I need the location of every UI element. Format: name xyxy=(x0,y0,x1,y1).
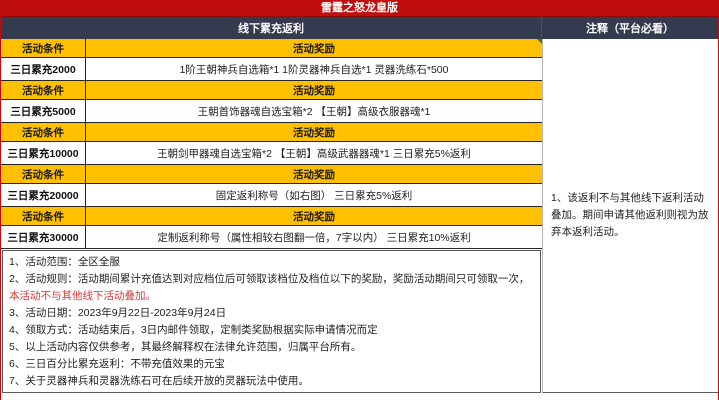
rules-box: 1、活动范围：全区全服 2、活动规则：活动期间累计充值达到对应档位后可领取该档位… xyxy=(2,250,541,393)
tier-header-row: 活动条件 活动奖励 xyxy=(1,207,542,226)
rule-item-1: 1、活动范围：全区全服 xyxy=(9,254,534,271)
condition-header-cell: 活动条件 xyxy=(1,81,86,99)
tier-data-row: 三日累充5000 王朝首饰器魂自选宝箱*2 【王朝】高级衣服器魂*1 xyxy=(1,100,542,123)
promo-sheet: 雷霆之怒龙皇版 线下累充返利 注释（平台必看） 活动条件 活动奖励 三日累充20… xyxy=(0,0,719,400)
tier-header-row: 活动条件 活动奖励 xyxy=(1,123,542,142)
condition-cell: 三日累充5000 xyxy=(1,100,86,122)
condition-cell: 三日累充30000 xyxy=(1,226,86,248)
condition-header-cell: 活动条件 xyxy=(1,39,86,57)
condition-cell: 三日累充20000 xyxy=(1,184,86,206)
cell-comment-marker-icon xyxy=(537,39,542,44)
condition-header-cell: 活动条件 xyxy=(1,123,86,141)
main-area: 活动条件 活动奖励 三日累充2000 1阶王朝神兵自选箱*1 1阶灵器神兵自选*… xyxy=(1,39,718,393)
section-header-row: 线下累充返利 注释（平台必看） xyxy=(1,17,718,39)
tier-data-row: 三日累充20000 固定返利称号（如右图） 三日累充5%返利 xyxy=(1,184,542,207)
tier-header-row: 活动条件 活动奖励 xyxy=(1,81,542,100)
rebate-table: 活动条件 活动奖励 三日累充2000 1阶王朝神兵自选箱*1 1阶灵器神兵自选*… xyxy=(1,39,542,393)
condition-cell: 三日累充2000 xyxy=(1,58,86,80)
section-header-recharge-rebate: 线下累充返利 xyxy=(1,17,542,39)
footer-strip xyxy=(1,393,718,400)
reward-header-cell: 活动奖励 xyxy=(293,168,335,181)
rule-text: 2、活动规则：活动期间累计充值达到对应档位后可领取该档位及档位以下的奖励，奖励活… xyxy=(9,273,530,285)
reward-header-cell: 活动奖励 xyxy=(293,84,335,97)
rule-text: 4、领取方式：活动结束后，3日内邮件领取，定制类奖励根据实际申请情况而定 xyxy=(9,324,378,336)
rule-warning-text: 本活动不与其他线下活动叠加。 xyxy=(9,290,156,302)
section-header-notes: 注释（平台必看） xyxy=(586,23,674,35)
reward-cell: 固定返利称号（如右图） 三日累充5%返利 xyxy=(215,189,413,202)
condition-cell: 三日累充10000 xyxy=(1,142,86,164)
tier-header-row: 活动条件 活动奖励 xyxy=(1,165,542,184)
rule-item-5: 5、以上活动内容仅供参考，其最终解释权在法律允许范围，归属平台所有。 xyxy=(9,339,534,356)
reward-cell: 定制返利称号（属性相较右图翻一倍，7字以内） 三日累充10%返利 xyxy=(157,231,471,244)
reward-cell: 王朝剑甲器魂自选宝箱*2 【王朝】高级武器器魂*1 三日累充5%返利 xyxy=(157,147,471,160)
rule-item-6: 6、三日百分比累充返利：不带充值效果的元宝 xyxy=(9,356,534,373)
rule-item-2: 2、活动规则：活动期间累计充值达到对应档位后可领取该档位及档位以下的奖励，奖励活… xyxy=(9,271,534,305)
reward-header-cell: 活动奖励 xyxy=(86,39,542,57)
reward-header-cell: 活动奖励 xyxy=(293,210,335,223)
condition-header-cell: 活动条件 xyxy=(1,165,86,183)
rule-item-3: 3、活动日期：2023年9月22日-2023年9月24日 xyxy=(9,305,534,322)
condition-header-cell: 活动条件 xyxy=(1,207,86,225)
tier-data-row: 三日累充2000 1阶王朝神兵自选箱*1 1阶灵器神兵自选*1 灵器洗练石*50… xyxy=(1,58,542,81)
reward-header-cell: 活动奖励 xyxy=(293,126,335,139)
rule-text: 5、以上活动内容仅供参考，其最终解释权在法律允许范围，归属平台所有。 xyxy=(9,341,362,353)
platform-note-text: 1、该返利不与其他线下返利活动叠加。期间申请其他返利则视为放弃本返利活动。 xyxy=(551,192,709,238)
rule-text: 1、活动范围：全区全服 xyxy=(9,256,120,268)
reward-cell: 王朝首饰器魂自选宝箱*2 【王朝】高级衣服器魂*1 xyxy=(197,105,431,118)
reward-header-label: 活动奖励 xyxy=(293,42,335,55)
title-banner: 雷霆之怒龙皇版 xyxy=(1,0,718,17)
rule-text: 3、活动日期：2023年9月22日-2023年9月24日 xyxy=(9,307,227,319)
rule-item-4: 4、领取方式：活动结束后，3日内邮件领取，定制类奖励根据实际申请情况而定 xyxy=(9,322,534,339)
rule-text: 7、关于灵器神兵和灵器洗练石可在后续开放的灵器玩法中使用。 xyxy=(9,375,309,387)
rule-item-7: 7、关于灵器神兵和灵器洗练石可在后续开放的灵器玩法中使用。 xyxy=(9,373,534,390)
tier-header-row: 活动条件 活动奖励 xyxy=(1,39,542,58)
tier-data-row: 三日累充30000 定制返利称号（属性相较右图翻一倍，7字以内） 三日累充10%… xyxy=(1,226,542,249)
rule-text: 6、三日百分比累充返利：不带充值效果的元宝 xyxy=(9,358,225,370)
platform-notes-panel: 1、该返利不与其他线下返利活动叠加。期间申请其他返利则视为放弃本返利活动。 xyxy=(542,39,718,393)
tier-data-row: 三日累充10000 王朝剑甲器魂自选宝箱*2 【王朝】高级武器器魂*1 三日累充… xyxy=(1,142,542,165)
reward-cell: 1阶王朝神兵自选箱*1 1阶灵器神兵自选*1 灵器洗练石*500 xyxy=(179,63,449,76)
